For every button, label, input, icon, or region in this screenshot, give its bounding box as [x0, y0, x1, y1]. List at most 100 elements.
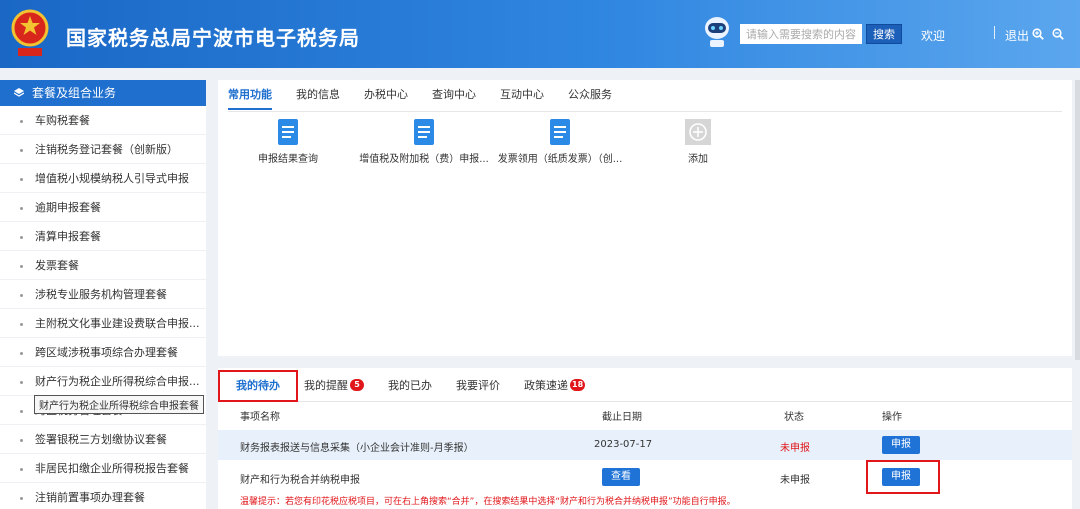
sidebar-item-label: 逾期申报套餐 [35, 201, 101, 214]
bullet-icon [20, 293, 23, 297]
tab-label: 我要评价 [456, 378, 500, 392]
sidebar-item[interactable]: 涉税专业服务机构管理套餐 [0, 280, 206, 309]
todo-panel: 我的待办 我的提醒 5 我的已办 我要评价 政策速递 18 事项名称 截止日期 状态… [218, 368, 1072, 509]
table-row: 财务报表报送与信息采集（小企业会计准则-月季报） 2023-07-17 未申报 … [218, 430, 1072, 460]
tab-policy-express[interactable]: 政策速递 18 [524, 377, 586, 393]
view-button[interactable]: 查看 [602, 468, 640, 486]
document-icon [278, 119, 298, 145]
bullet-icon [20, 351, 23, 355]
sidebar-tooltip: 财产行为税企业所得税综合申报套餐 [34, 395, 204, 414]
todo-tabs: 我的待办 我的提醒 5 我的已办 我要评价 政策速递 18 [218, 368, 1072, 402]
sidebar-item[interactable]: 注销前置事项办理套餐 [0, 483, 206, 509]
search-button[interactable]: 搜索 [866, 24, 902, 44]
func-label: 申报结果查询 [258, 154, 318, 165]
bullet-icon [20, 119, 23, 123]
add-icon [685, 119, 711, 145]
sidebar-item[interactable]: 增值税小规模纳税人引导式申报 [0, 164, 206, 193]
col-deadline: 截止日期 [602, 412, 642, 423]
func-vat-declaration[interactable]: 增值税及附加税（费）申报... [354, 118, 494, 165]
item-name: 财务报表报送与信息采集（小企业会计准则-月季报） [240, 443, 474, 454]
sidebar-item[interactable]: 清算申报套餐 [0, 222, 206, 251]
sidebar-item[interactable]: 逾期申报套餐 [0, 193, 206, 222]
sidebar-item-label: 车购税套餐 [35, 114, 90, 127]
reminder-count-badge: 5 [350, 378, 364, 391]
tab-label: 我的已办 [388, 378, 432, 392]
sidebar-item-label: 注销前置事项办理套餐 [35, 491, 145, 504]
func-label: 增值税及附加税（费）申报... [359, 154, 489, 165]
tab-tax-center[interactable]: 办税中心 [364, 80, 408, 110]
sidebar-item-label: 主附税文化事业建设费联合申报... [35, 317, 200, 330]
common-functions-panel: 常用功能 我的信息 办税中心 查询中心 互动中心 公众服务 申报结果查询 增值税… [218, 80, 1072, 356]
sidebar-item-label: 非居民扣缴企业所得税报告套餐 [35, 462, 189, 475]
tab-my-done[interactable]: 我的已办 [388, 377, 432, 393]
bullet-icon [20, 438, 23, 442]
warm-notice: 温馨提示：若您有印花税应税项目，可在右上角搜索“合并”，在搜索结果中选择“财产和… [240, 497, 736, 507]
page-scrollbar[interactable] [1075, 80, 1080, 360]
sidebar-item[interactable]: 签署银税三方划缴协议套餐 [0, 425, 206, 454]
sidebar-item[interactable]: 发票套餐 [0, 251, 206, 280]
col-action: 操作 [882, 412, 902, 423]
header-divider [994, 26, 995, 39]
func-add[interactable]: 添加 [628, 118, 768, 165]
tab-label: 我的提醒 [304, 378, 348, 392]
welcome-text: 欢迎 [921, 29, 946, 43]
func-label: 添加 [688, 154, 708, 165]
sidebar-item[interactable]: 非居民扣缴企业所得税报告套餐 [0, 454, 206, 483]
top-header: 国家税务总局宁波市电子税务局 搜索 欢迎 退出 [0, 0, 1080, 68]
item-status: 未申报 [780, 475, 810, 486]
robot-assistant-icon[interactable] [702, 14, 732, 52]
bullet-icon [20, 235, 23, 239]
tab-interaction-center[interactable]: 互动中心 [500, 80, 544, 110]
sidebar-item[interactable]: 跨区域涉税事项综合办理套餐 [0, 338, 206, 367]
tab-query-center[interactable]: 查询中心 [432, 80, 476, 110]
bullet-icon [20, 177, 23, 181]
tabs-divider [228, 111, 1062, 112]
sidebar-item[interactable]: 注销税务登记套餐（创新版） [0, 135, 206, 164]
zoom-out-icon[interactable] [1052, 28, 1064, 40]
item-deadline: 2023-07-17 [594, 439, 653, 450]
bullet-icon [20, 148, 23, 152]
sidebar: 套餐及组合业务 车购税套餐 注销税务登记套餐（创新版） 增值税小规模纳税人引导式… [0, 80, 206, 509]
bullet-icon [20, 206, 23, 210]
sidebar-header[interactable]: 套餐及组合业务 [0, 80, 206, 106]
declare-button[interactable]: 申报 [882, 468, 920, 486]
tab-my-todo[interactable]: 我的待办 [236, 377, 280, 393]
table-row: 财产和行为税合并纳税申报 查看 未申报 申报 [218, 462, 1072, 492]
func-label: 发票领用（纸质发票）（创... [497, 154, 623, 165]
tab-evaluate[interactable]: 我要评价 [456, 377, 500, 393]
declare-button[interactable]: 申报 [882, 436, 920, 454]
document-icon [550, 119, 570, 145]
func-declaration-query[interactable]: 申报结果查询 [218, 118, 358, 165]
policy-count-badge: 18 [570, 378, 586, 391]
sidebar-item-label: 签署银税三方划缴协议套餐 [35, 433, 167, 446]
bullet-icon [20, 264, 23, 268]
tab-public-service[interactable]: 公众服务 [568, 80, 612, 110]
item-status: 未申报 [780, 443, 810, 454]
sidebar-item-label: 注销税务登记套餐（创新版） [35, 143, 178, 156]
site-title: 国家税务总局宁波市电子税务局 [66, 26, 360, 50]
bullet-icon [20, 322, 23, 326]
bullet-icon [20, 409, 23, 413]
sidebar-header-label: 套餐及组合业务 [32, 86, 117, 100]
item-name: 财产和行为税合并纳税申报 [240, 475, 360, 486]
document-icon [414, 119, 434, 145]
col-item-name: 事项名称 [240, 412, 280, 423]
table-header: 事项名称 截止日期 状态 操作 [218, 402, 1072, 428]
sidebar-item[interactable]: 主附税文化事业建设费联合申报... [0, 309, 206, 338]
logout-link[interactable]: 退出 [1005, 27, 1029, 44]
sidebar-item-label: 增值税小规模纳税人引导式申报 [35, 172, 189, 185]
sidebar-item-label: 发票套餐 [35, 259, 79, 272]
national-emblem-icon [11, 9, 49, 56]
zoom-in-icon[interactable] [1032, 28, 1044, 40]
main-tabs: 常用功能 我的信息 办税中心 查询中心 互动中心 公众服务 [228, 80, 636, 110]
func-invoice-receive[interactable]: 发票领用（纸质发票）（创... [490, 118, 630, 165]
sidebar-item[interactable]: 财产行为税企业所得税综合申报... [0, 367, 206, 396]
layers-icon [14, 88, 24, 97]
sidebar-item[interactable]: 车购税套餐 [0, 106, 206, 135]
search-input[interactable] [740, 24, 862, 44]
tab-my-info[interactable]: 我的信息 [296, 80, 340, 110]
tab-common-functions[interactable]: 常用功能 [228, 80, 272, 110]
sidebar-item-label: 涉税专业服务机构管理套餐 [35, 288, 167, 301]
bullet-icon [20, 380, 23, 384]
tab-my-reminders[interactable]: 我的提醒 5 [304, 377, 364, 393]
